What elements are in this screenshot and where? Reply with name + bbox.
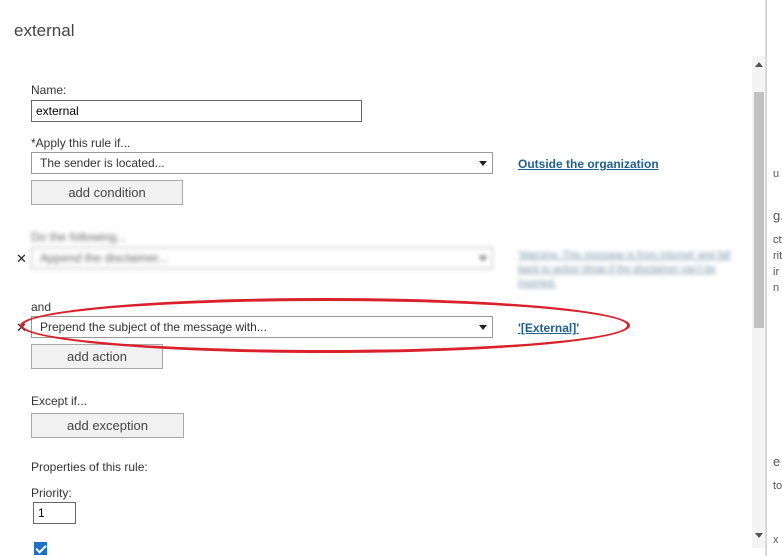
action-select[interactable]: Prepend the subject of the message with.… xyxy=(31,316,493,338)
strip-fragment: rit xyxy=(773,250,782,262)
priority-label: Priority: xyxy=(31,486,72,500)
blurred-action-link[interactable]: 'Warning: This message is from internet'… xyxy=(518,249,738,291)
strip-fragment: x xyxy=(773,534,779,546)
audit-checkbox[interactable] xyxy=(34,542,47,555)
condition-select[interactable]: The sender is located... xyxy=(31,152,493,174)
add-exception-button[interactable]: add exception xyxy=(31,413,184,438)
action-select-value: Prepend the subject of the message with.… xyxy=(40,320,267,334)
strip-fragment: e xyxy=(773,454,781,469)
rule-dialog: external Name: external *Apply this rule… xyxy=(0,0,766,556)
strip-fragment: n xyxy=(773,282,780,294)
scroll-down-icon[interactable] xyxy=(755,533,763,538)
strip-fragment: to xyxy=(773,480,782,492)
action-value-link[interactable]: '[External]' xyxy=(518,321,579,335)
and-label: and xyxy=(31,300,52,314)
chevron-down-icon xyxy=(479,256,487,261)
strip-fragment: ir xyxy=(773,266,780,278)
condition-value-link[interactable]: Outside the organization xyxy=(518,157,659,171)
properties-label: Properties of this rule: xyxy=(31,460,148,474)
condition-label: *Apply this rule if... xyxy=(31,136,131,150)
scroll-up-icon[interactable] xyxy=(755,62,763,67)
priority-input[interactable]: 1 xyxy=(33,502,76,524)
scrollbar[interactable] xyxy=(752,56,766,548)
strip-fragment: u xyxy=(773,168,780,180)
chevron-down-icon xyxy=(479,325,487,330)
condition-select-value: The sender is located... xyxy=(40,156,165,170)
add-action-button[interactable]: add action xyxy=(31,344,163,369)
blurred-action-select[interactable]: Append the disclaimer... xyxy=(31,247,493,269)
except-label: Except if... xyxy=(31,394,88,408)
strip-fragment: g. xyxy=(773,208,782,223)
remove-action-icon-2[interactable]: ✕ xyxy=(16,321,27,334)
do-following-label: Do the following... xyxy=(31,230,127,244)
dialog-title: external xyxy=(14,21,75,40)
chevron-down-icon xyxy=(479,161,487,166)
add-condition-button[interactable]: add condition xyxy=(31,180,183,205)
name-label: Name: xyxy=(31,83,67,97)
remove-action-icon[interactable]: ✕ xyxy=(16,252,27,265)
name-input[interactable]: external xyxy=(31,100,362,122)
scroll-thumb[interactable] xyxy=(754,92,764,328)
blurred-action-value: Append the disclaimer... xyxy=(40,251,169,265)
background-window-strip: u g. ct rit ir n e to x xyxy=(766,0,782,556)
strip-fragment: ct xyxy=(773,234,782,246)
